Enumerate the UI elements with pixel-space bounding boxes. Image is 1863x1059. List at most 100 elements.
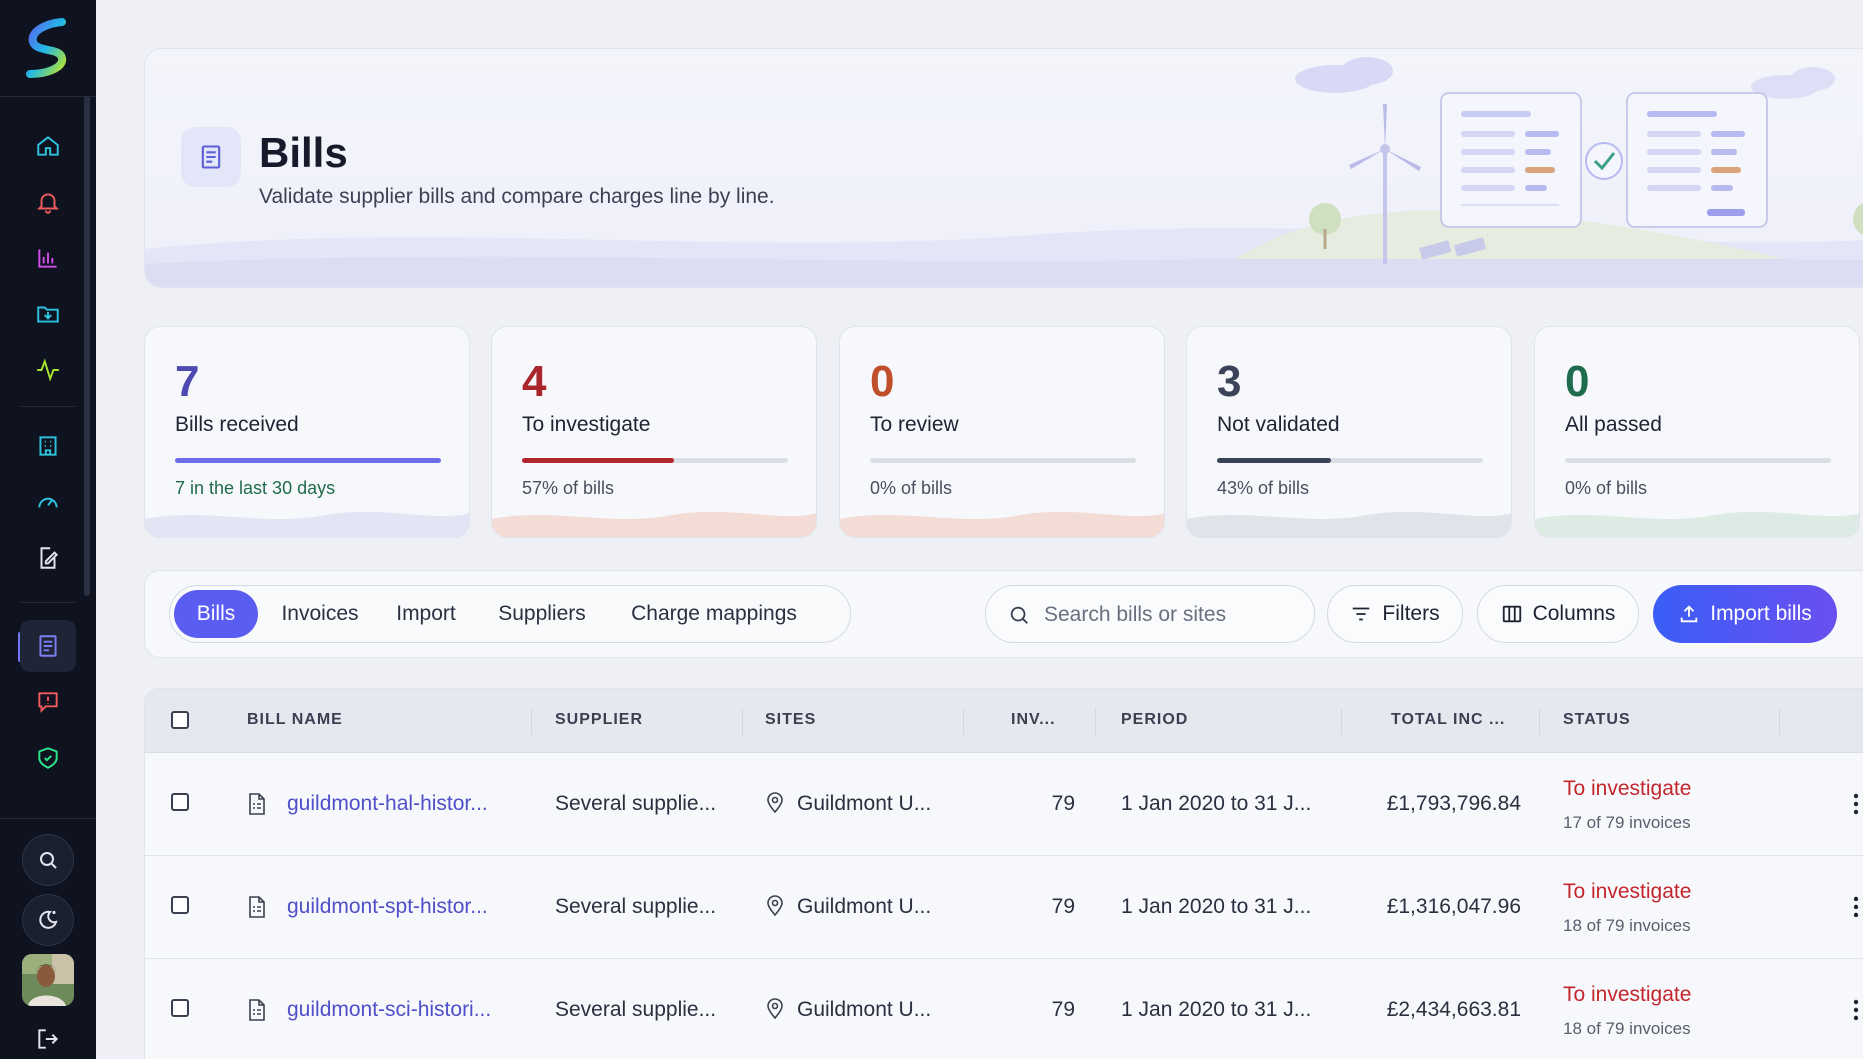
column-divider[interactable] <box>531 709 532 735</box>
tab-charge-mappings[interactable]: Charge mappings <box>616 590 812 638</box>
nav-analytics[interactable] <box>20 232 76 284</box>
file-icon <box>249 793 265 815</box>
tab-suppliers[interactable]: Suppliers <box>478 590 606 638</box>
nav-bills[interactable] <box>20 620 76 672</box>
columns-label: Columns <box>1532 602 1616 625</box>
site-cell: Guildmont U... <box>797 895 932 918</box>
nav-activity[interactable] <box>20 344 76 396</box>
nav-home[interactable] <box>20 120 76 172</box>
sidebar <box>0 0 96 1059</box>
column-bill-name[interactable]: BILL NAME <box>247 711 343 729</box>
edit-doc-icon <box>40 547 59 569</box>
table-row[interactable]: guildmont-sci-histori... Several supplie.… <box>145 959 1863 1059</box>
app-logo-icon[interactable] <box>22 18 74 78</box>
stat-card-wave <box>1187 511 1511 537</box>
column-divider[interactable] <box>1095 709 1096 735</box>
gauge-icon <box>38 497 58 508</box>
logout-icon <box>38 1029 59 1049</box>
row-checkbox[interactable] <box>171 793 189 811</box>
nav-meters[interactable] <box>20 476 76 528</box>
tab-import[interactable]: Import <box>380 590 472 638</box>
bell-icon <box>36 193 60 214</box>
table-header: BILL NAME SUPPLIER SITES INV... PERIOD T… <box>145 689 1863 753</box>
filters-button[interactable]: Filters <box>1327 585 1463 643</box>
stat-card[interactable]: 0 All passed 0% of bills <box>1534 326 1860 538</box>
column-divider[interactable] <box>1779 709 1780 735</box>
stat-label: All passed <box>1565 413 1662 436</box>
alert-icon <box>38 692 58 714</box>
status-detail: 18 of 79 invoices <box>1563 916 1691 935</box>
column-supplier[interactable]: SUPPLIER <box>555 711 643 729</box>
status-detail: 18 of 79 invoices <box>1563 1019 1691 1038</box>
stat-card[interactable]: 4 To investigate 57% of bills <box>491 326 817 538</box>
row-checkbox[interactable] <box>171 999 189 1017</box>
nav-downloads[interactable] <box>20 288 76 340</box>
filter-icon <box>1353 607 1370 621</box>
stat-progress-track <box>175 458 441 463</box>
site-cell: Guildmont U... <box>797 998 932 1021</box>
columns-button[interactable]: Columns <box>1477 585 1639 643</box>
tab-invoices[interactable]: Invoices <box>266 590 374 638</box>
table-row[interactable]: guildmont-spt-histor... Several supplie..… <box>145 856 1863 959</box>
stat-value: 7 <box>175 357 200 406</box>
filters-label: Filters <box>1382 602 1440 625</box>
column-divider[interactable] <box>1341 709 1342 735</box>
bill-name-link[interactable]: guildmont-spt-histor... <box>287 895 488 919</box>
period-cell: 1 Jan 2020 to 31 J... <box>1121 998 1312 1021</box>
theme-toggle[interactable] <box>22 894 74 946</box>
nav-sites[interactable] <box>20 420 76 472</box>
invoice-count-cell: 79 <box>1051 998 1075 1021</box>
nav-alerts[interactable] <box>20 176 76 228</box>
search-icon <box>1010 606 1028 624</box>
site-cell: Guildmont U... <box>797 792 932 815</box>
stat-progress-track <box>1565 458 1831 463</box>
nav-reports[interactable] <box>20 532 76 584</box>
row-checkbox[interactable] <box>171 896 189 914</box>
activity-icon <box>37 358 59 382</box>
more-options-icon[interactable] <box>1853 999 1859 1021</box>
column-status[interactable]: STATUS <box>1563 711 1631 729</box>
table-row[interactable]: guildmont-hal-histor... Several supplie..… <box>145 753 1863 856</box>
column-divider[interactable] <box>1539 709 1540 735</box>
stat-card[interactable]: 7 Bills received 7 in the last 30 days <box>144 326 470 538</box>
stat-progress-fill <box>175 458 441 463</box>
import-bills-button[interactable]: Import bills <box>1653 585 1837 643</box>
column-period[interactable]: PERIOD <box>1121 711 1188 729</box>
column-divider[interactable] <box>963 709 964 735</box>
more-options-icon[interactable] <box>1853 793 1859 815</box>
column-divider[interactable] <box>742 709 743 735</box>
avatar[interactable] <box>22 954 74 1006</box>
column-invoices[interactable]: INV... <box>1011 711 1056 729</box>
stat-label: Not validated <box>1217 413 1340 436</box>
column-sites[interactable]: SITES <box>765 711 816 729</box>
upload-icon <box>1680 605 1698 623</box>
search-input[interactable] <box>1044 598 1294 632</box>
file-icon <box>249 999 265 1021</box>
nav-issues[interactable] <box>20 676 76 728</box>
toolbar: Bills Invoices Import Suppliers Charge m… <box>144 570 1863 658</box>
home-icon <box>37 136 59 156</box>
bills-table: BILL NAME SUPPLIER SITES INV... PERIOD T… <box>144 688 1863 1059</box>
tab-bills[interactable]: Bills <box>174 590 258 638</box>
invoice-count-cell: 79 <box>1051 895 1075 918</box>
bill-name-link[interactable]: guildmont-sci-histori... <box>287 998 491 1022</box>
sidebar-scrollbar[interactable] <box>84 96 90 596</box>
bill-name-link[interactable]: guildmont-hal-histor... <box>287 792 488 816</box>
more-options-icon[interactable] <box>1853 896 1859 918</box>
stat-card[interactable]: 3 Not validated 43% of bills <box>1186 326 1512 538</box>
column-total[interactable]: TOTAL INC ... <box>1391 711 1505 729</box>
total-cell: £2,434,663.81 <box>1386 998 1521 1021</box>
stat-card[interactable]: 0 To review 0% of bills <box>839 326 1165 538</box>
stat-note: 7 in the last 30 days <box>175 478 336 498</box>
nav-compliance[interactable] <box>20 732 76 784</box>
search-button[interactable] <box>22 834 74 886</box>
search-box <box>985 585 1315 643</box>
stat-value: 0 <box>1565 357 1590 406</box>
stat-card-wave <box>145 511 469 537</box>
logout-button[interactable] <box>30 1024 66 1054</box>
select-all-checkbox[interactable] <box>171 711 189 729</box>
status-detail: 17 of 79 invoices <box>1563 813 1691 832</box>
page-title: Bills <box>259 129 348 176</box>
stat-value: 3 <box>1217 357 1242 406</box>
file-icon <box>249 896 265 918</box>
